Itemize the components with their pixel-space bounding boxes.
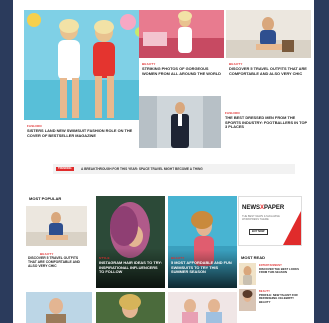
trending-text[interactable]: A BREAKTHROUGH FOR THIS YEAR: SPACE TRAV… (81, 167, 203, 171)
middle-card-1[interactable]: STYLE INSTAGRAM HAIR IDEAS TO TRY: INSPI… (96, 196, 165, 288)
most-read-item-1-category[interactable]: ENTERTAINMENT (259, 264, 282, 267)
feature-image[interactable] (24, 10, 146, 120)
ad-brand: NEWSXPAPER (242, 205, 284, 211)
most-read-item-2-title[interactable]: PROFILE: NEW TALENT FOR REFRESHING CELEB… (259, 294, 301, 311)
middle-card-2[interactable]: BEAUTY 5 MOST AFFORDABLE AND FUN SWIMSUI… (168, 196, 237, 288)
bottom-image-1[interactable] (26, 292, 92, 323)
trending-badge: TRENDING (56, 167, 74, 171)
most-read-item-1[interactable]: ENTERTAINMENT DISCOVER THE BEST LOOKS FR… (239, 263, 303, 287)
ad-buy-button[interactable]: BUY NOW (249, 229, 268, 235)
most-popular-heading: MOST POPULAR (29, 196, 62, 201)
top-card-1[interactable]: BEAUTY STRIKING PHOTOS OF GORGEOUS WOMEN… (139, 10, 224, 98)
top-card-2[interactable]: BEAUTY DISCOVER 5 TRAVEL OUTFITS THAT AR… (226, 10, 311, 98)
top-card-1-category[interactable]: BEAUTY (142, 62, 156, 66)
most-read-item-1-image[interactable] (239, 263, 256, 285)
trending-ticker[interactable]: TRENDING A BREAKTHROUGH FOR THIS YEAR: S… (53, 164, 295, 174)
bottom-image-3[interactable] (168, 292, 237, 323)
top-card-1-image[interactable] (139, 10, 224, 58)
most-popular-image[interactable] (26, 206, 87, 246)
top-card-3[interactable]: FASHION THE BEST DRESSED MEN FROM THE SP… (139, 96, 311, 148)
most-popular-title[interactable]: DISCOVER 5 TRAVEL OUTFITS THAT ARE COMFO… (28, 256, 86, 280)
middle-card-2-title[interactable]: 5 MOST AFFORDABLE AND FUN SWIMSUITS TO T… (171, 261, 235, 285)
most-read-item-1-title[interactable]: DISCOVER THE BEST LOOKS FROM THIS SEASON (259, 268, 301, 285)
feature-title[interactable]: SISTERS LAND NEW SWIMSUIT FASHION ROLE O… (27, 129, 143, 147)
top-card-2-title[interactable]: DISCOVER 5 TRAVEL OUTFITS THAT ARE COMFO… (229, 67, 309, 83)
magazine-page: FASHION SISTERS LAND NEW SWIMSUIT FASHIO… (13, 0, 314, 323)
most-read-item-2[interactable]: BEAUTY PROFILE: NEW TALENT FOR REFRESHIN… (239, 289, 303, 313)
ad-banner[interactable]: NEWSXPAPER THE BEST NEWS & MAGAZINE WORD… (238, 196, 302, 246)
top-card-3-category[interactable]: FASHION (225, 111, 240, 115)
top-card-3-image[interactable] (139, 96, 221, 148)
top-card-2-category[interactable]: BEAUTY (229, 62, 243, 66)
top-card-3-title[interactable]: THE BEST DRESSED MEN FROM THE SPORTS IND… (225, 116, 309, 134)
middle-card-2-category[interactable]: BEAUTY (171, 256, 185, 260)
most-popular-card[interactable]: BEAUTY DISCOVER 5 TRAVEL OUTFITS THAT AR… (26, 206, 87, 284)
ad-brand-left: NEWS (242, 205, 260, 211)
most-read-item-2-category[interactable]: BEAUTY (259, 290, 270, 293)
feature-category[interactable]: FASHION (27, 124, 42, 128)
ad-brand-right: PAPER (264, 205, 285, 211)
top-card-2-image[interactable] (226, 10, 311, 58)
middle-card-1-category[interactable]: STYLE (99, 256, 110, 260)
feature-card[interactable]: FASHION SISTERS LAND NEW SWIMSUIT FASHIO… (24, 10, 146, 148)
bottom-image-2[interactable] (96, 292, 165, 323)
most-read-heading: MOST READ (241, 255, 265, 260)
top-card-1-title[interactable]: STRIKING PHOTOS OF GORGEOUS WOMEN FROM A… (142, 67, 222, 83)
most-read-item-2-image[interactable] (239, 289, 256, 311)
ad-subtitle: THE BEST NEWS & MAGAZINE WORDPRESS THEME (242, 215, 280, 222)
middle-card-1-title[interactable]: INSTAGRAM HAIR IDEAS TO TRY: INSPIRATION… (99, 261, 163, 285)
ad-red-corner (283, 211, 301, 245)
